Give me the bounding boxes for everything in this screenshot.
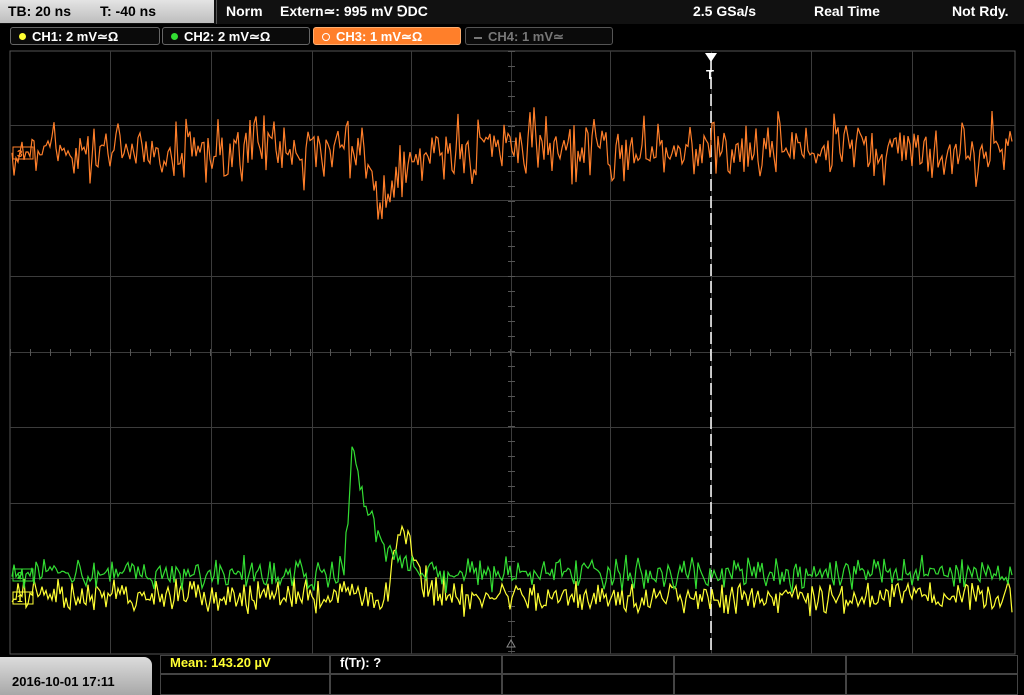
ch4-off-icon: [474, 36, 482, 39]
ch2-label: CH2: 2 mV≃Ω: [184, 29, 271, 44]
channel-tab-ch2[interactable]: CH2: 2 mV≃Ω: [162, 27, 310, 45]
meas-cell-7[interactable]: [330, 674, 502, 695]
meas-cell-8[interactable]: [502, 674, 674, 695]
channel-tab-ch4[interactable]: CH4: 1 mV≃: [465, 27, 613, 45]
svg-text:3: 3: [17, 149, 23, 160]
ch1-label: CH1: 2 mV≃Ω: [32, 29, 119, 44]
status-bar: TB: 20 ns T: -40 ns Norm Extern≃: 995 mV…: [0, 0, 1024, 24]
timebase-box[interactable]: TB: 20 ns T: -40 ns: [0, 0, 214, 23]
mean-measurement: Mean: 143.20 µV: [170, 655, 271, 670]
meas-cell-10[interactable]: [846, 674, 1018, 695]
channel-tab-ch3[interactable]: CH3: 1 mV≃Ω: [313, 27, 461, 45]
trigger-marker-label: T: [706, 67, 714, 82]
trigger-source[interactable]: Extern≃: 995 mV ⅁DC: [280, 0, 428, 23]
timebase-label: TB: 20 ns: [8, 3, 72, 19]
meas-cell-6[interactable]: [160, 674, 330, 695]
ch3-label: CH3: 1 mV≃Ω: [336, 29, 423, 44]
datetime-box[interactable]: 2016-10-01 17:11: [0, 657, 152, 695]
ch3-indicator-icon: [322, 32, 330, 41]
sample-rate: 2.5 GSa/s: [693, 3, 757, 19]
ch2-indicator-icon: [171, 33, 178, 41]
meas-cell-3[interactable]: [502, 655, 674, 674]
ch1-indicator-icon: [19, 33, 26, 41]
trigger-mode[interactable]: Norm: [226, 0, 263, 23]
frequency-measurement: f(Tr): ?: [340, 655, 382, 670]
meas-cell-9[interactable]: [674, 674, 846, 695]
channel-bar: CH1: 2 mV≃Ω CH2: 2 mV≃Ω CH3: 1 mV≃Ω CH4:…: [0, 24, 1024, 50]
divider: [216, 0, 217, 24]
meas-cell-4[interactable]: [674, 655, 846, 674]
svg-text:2: 2: [17, 571, 23, 582]
svg-text:1: 1: [17, 594, 23, 605]
trigger-status: Not Rdy.: [952, 3, 1009, 19]
channel-tab-ch1[interactable]: CH1: 2 mV≃Ω: [10, 27, 160, 45]
ch4-label: CH4: 1 mV≃: [488, 29, 564, 44]
trigger-position-label: T: -40 ns: [100, 3, 157, 19]
waveform-display[interactable]: T 3 2 1: [0, 50, 1024, 655]
acquisition-mode[interactable]: Real Time: [814, 0, 880, 23]
meas-cell-5[interactable]: [846, 655, 1018, 674]
datetime-label: 2016-10-01 17:11: [12, 674, 115, 689]
